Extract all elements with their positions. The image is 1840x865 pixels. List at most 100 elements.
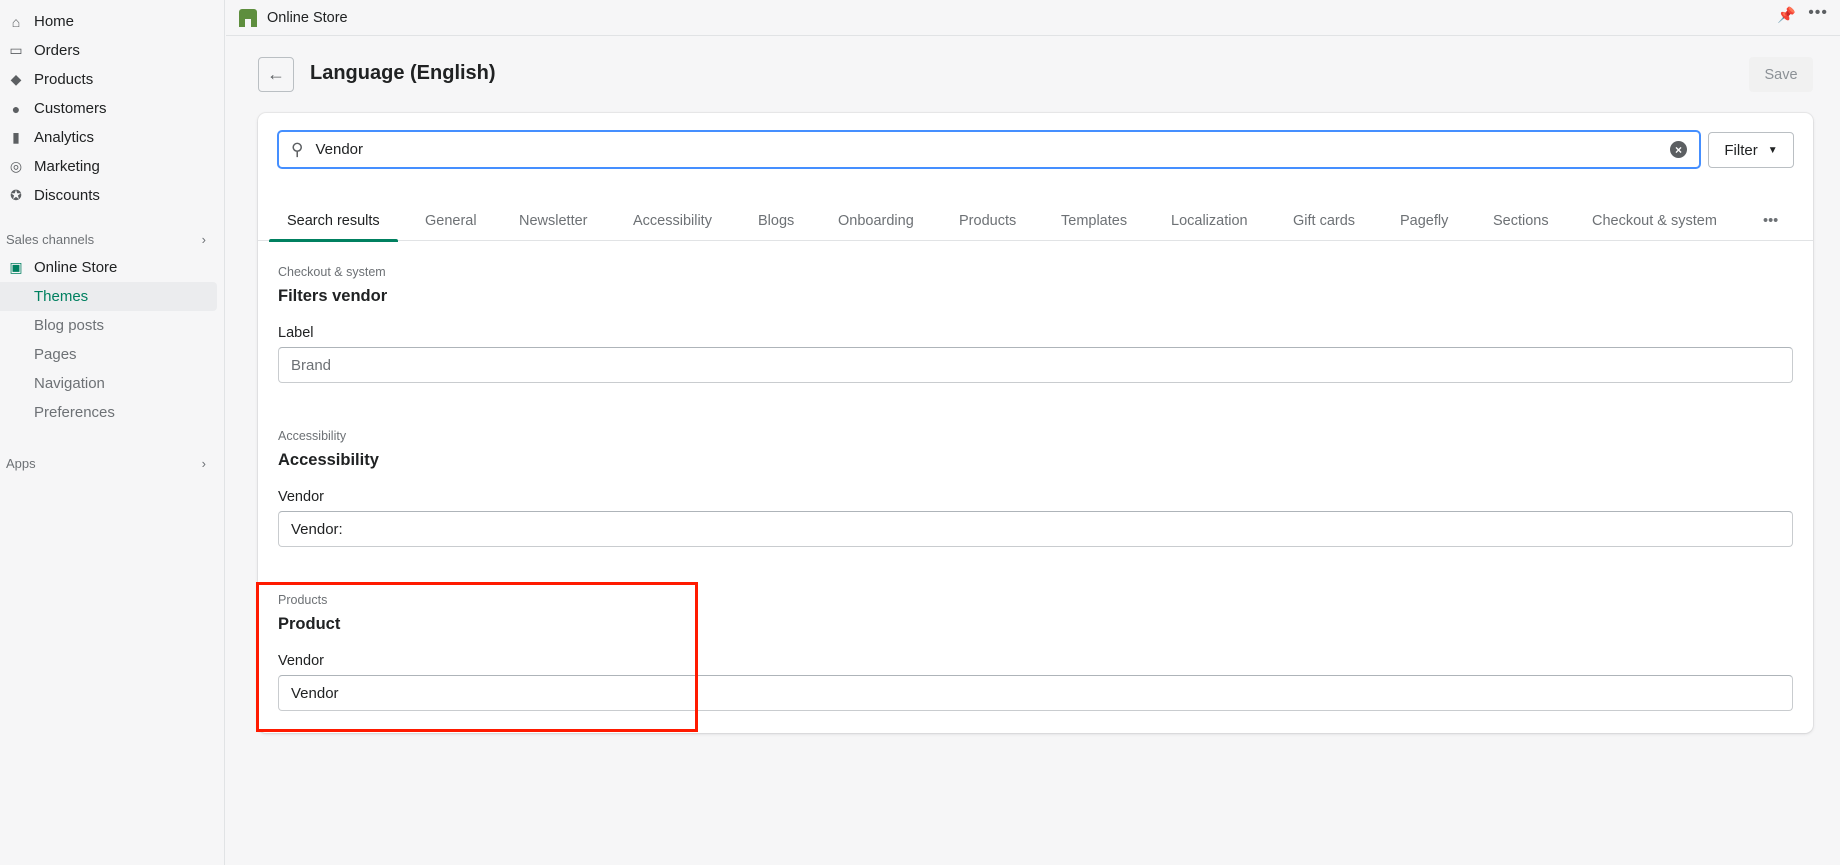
translation-group: Products Product Vendor bbox=[278, 593, 1793, 711]
tab-label: Newsletter bbox=[519, 213, 588, 229]
tab-label: Gift cards bbox=[1293, 213, 1356, 229]
group-heading: Filters vendor bbox=[278, 287, 388, 305]
search-field[interactable]: ⚲ × bbox=[277, 130, 1701, 169]
nav-orders[interactable]: ▭ Orders bbox=[0, 36, 217, 65]
translation-input[interactable] bbox=[278, 511, 1793, 547]
tab-search-results[interactable]: Search results bbox=[257, 201, 398, 242]
sales-channels-label: Sales channels bbox=[6, 232, 95, 247]
nav-discounts[interactable]: ✪ Discounts bbox=[0, 181, 217, 210]
tab-label: Pagefly bbox=[1400, 213, 1449, 229]
home-icon: ⌂ bbox=[11, 13, 21, 30]
tab-general[interactable]: General bbox=[407, 201, 495, 241]
group-heading: Accessibility bbox=[278, 451, 379, 469]
translation-input[interactable] bbox=[278, 675, 1793, 711]
back-button[interactable]: ← bbox=[258, 57, 294, 92]
tab-label: Sections bbox=[1493, 213, 1549, 229]
tab-blogs[interactable]: Blogs bbox=[740, 201, 812, 241]
filter-button[interactable]: Filter ▼ bbox=[1708, 132, 1794, 168]
sidebar: ⌂ Home ▭ Orders ◆ Products ● Customers ▮ Anal… bbox=[0, 0, 225, 865]
nav-label: Marketing bbox=[34, 158, 100, 175]
arrow-left-icon: ← bbox=[267, 64, 285, 84]
chevron-right-icon: › bbox=[201, 456, 206, 471]
caret-down-icon: ▼ bbox=[1767, 144, 1778, 156]
apps-header[interactable]: Apps › bbox=[6, 456, 206, 471]
tag-icon: ◆ bbox=[10, 71, 22, 87]
nav-marketing[interactable]: ◎ Marketing bbox=[0, 152, 217, 181]
clear-icon[interactable]: × bbox=[1670, 141, 1687, 158]
nav-label: Products bbox=[34, 71, 94, 88]
tab-newsletter[interactable]: Newsletter bbox=[501, 201, 606, 241]
tab-label: Search results bbox=[287, 213, 380, 229]
translation-input[interactable] bbox=[278, 347, 1793, 383]
bar-chart-icon: ▮ bbox=[12, 129, 20, 145]
tab-templates[interactable]: Templates bbox=[1043, 201, 1145, 241]
tab-label: Onboarding bbox=[838, 213, 914, 229]
tab-label: Checkout & system bbox=[1592, 213, 1717, 229]
nav-preferences[interactable]: Preferences bbox=[0, 398, 217, 427]
nav-label: Preferences bbox=[34, 404, 115, 421]
nav-label: Home bbox=[34, 13, 75, 30]
nav-themes[interactable]: Themes bbox=[0, 282, 217, 311]
nav-label: Customers bbox=[34, 100, 107, 117]
tab-checkout-system[interactable]: Checkout & system bbox=[1574, 201, 1735, 241]
page-title: Language (English) bbox=[310, 62, 496, 84]
pin-icon[interactable]: 📌 bbox=[1777, 6, 1796, 24]
sales-channels-header[interactable]: Sales channels › bbox=[6, 232, 206, 247]
nav-pages[interactable]: Pages bbox=[0, 340, 217, 369]
nav-analytics[interactable]: ▮ Analytics bbox=[0, 123, 217, 152]
group-heading: Product bbox=[278, 615, 341, 633]
more-icon: ••• bbox=[1763, 213, 1779, 229]
search-icon: ⚲ bbox=[291, 139, 304, 159]
field-label: Vendor bbox=[278, 653, 324, 669]
tab-accessibility[interactable]: Accessibility bbox=[615, 201, 730, 241]
nav-label: Analytics bbox=[34, 129, 95, 146]
more-icon[interactable]: ••• bbox=[1808, 4, 1828, 22]
tab-label: Templates bbox=[1061, 213, 1128, 229]
nav-label: Navigation bbox=[34, 375, 105, 392]
target-icon: ◎ bbox=[9, 158, 23, 174]
more-tabs-button[interactable]: ••• bbox=[1745, 201, 1796, 241]
tab-label: Blogs bbox=[758, 213, 795, 229]
tab-label: Accessibility bbox=[633, 213, 712, 229]
field-label: Label bbox=[278, 325, 314, 341]
tab-label: Products bbox=[959, 213, 1017, 229]
field-label: Vendor bbox=[278, 489, 324, 505]
chevron-right-icon: › bbox=[201, 232, 206, 247]
nav-label: Discounts bbox=[34, 187, 100, 204]
nav-home[interactable]: ⌂ Home bbox=[0, 7, 217, 36]
tabs: Search results General Newsletter Access… bbox=[257, 201, 1813, 242]
nav-label: Themes bbox=[34, 288, 89, 305]
nav-label: Orders bbox=[34, 42, 80, 59]
tab-sections[interactable]: Sections bbox=[1475, 201, 1567, 241]
nav-label: Blog posts bbox=[34, 317, 105, 334]
tab-label: General bbox=[425, 213, 477, 229]
orders-icon: ▭ bbox=[9, 42, 23, 58]
translation-group: Checkout & system Filters vendor Label bbox=[278, 265, 1793, 383]
nav-label: Pages bbox=[34, 346, 77, 363]
nav-blog-posts[interactable]: Blog posts bbox=[0, 311, 217, 340]
tab-pagefly[interactable]: Pagefly bbox=[1382, 201, 1466, 241]
translation-group: Accessibility Accessibility Vendor bbox=[278, 429, 1793, 547]
filter-label: Filter bbox=[1724, 141, 1758, 159]
group-category: Checkout & system bbox=[278, 265, 386, 279]
group-category: Products bbox=[278, 593, 328, 607]
translations-card: ⚲ × Filter ▼ Search results General Newsl… bbox=[258, 113, 1813, 733]
person-icon: ● bbox=[11, 100, 21, 117]
nav-navigation[interactable]: Navigation bbox=[0, 369, 217, 398]
tab-products[interactable]: Products bbox=[941, 201, 1034, 241]
nav-online-store[interactable]: ▣ Online Store bbox=[0, 253, 217, 282]
apps-label: Apps bbox=[6, 456, 36, 471]
nav-customers[interactable]: ● Customers bbox=[0, 94, 217, 123]
tab-localization[interactable]: Localization bbox=[1153, 201, 1266, 241]
discount-icon: ✪ bbox=[10, 187, 22, 203]
top-bar: Online Store 📌 ••• bbox=[226, 0, 1840, 36]
group-category: Accessibility bbox=[278, 429, 347, 443]
nav-products[interactable]: ◆ Products bbox=[0, 65, 217, 94]
online-store-logo-icon bbox=[239, 8, 257, 27]
store-icon: ▣ bbox=[9, 259, 23, 275]
tab-gift-cards[interactable]: Gift cards bbox=[1275, 201, 1373, 241]
search-input[interactable] bbox=[315, 141, 1670, 158]
nav-label: Online Store bbox=[34, 259, 118, 276]
save-button[interactable]: Save bbox=[1749, 57, 1813, 92]
tab-onboarding[interactable]: Onboarding bbox=[820, 201, 932, 241]
